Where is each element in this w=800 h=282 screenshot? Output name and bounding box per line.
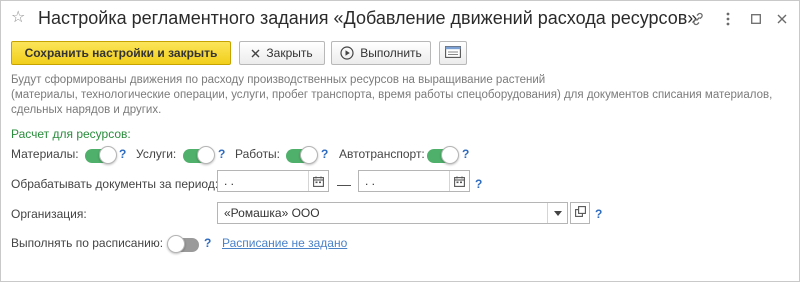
- organization-field[interactable]: «Ромашка» ООО: [217, 202, 568, 224]
- open-organization-button[interactable]: [570, 202, 590, 224]
- services-label: Услуги:: [136, 147, 177, 161]
- description-text: Будут сформированы движения по расходу п…: [11, 73, 791, 118]
- transport-toggle[interactable]: [427, 146, 459, 164]
- works-label: Работы:: [235, 147, 281, 161]
- maximize-icon[interactable]: [747, 10, 765, 28]
- description-line: сдельных нарядов и других.: [11, 104, 162, 116]
- schedule-toggle[interactable]: [167, 235, 199, 253]
- save-and-close-button[interactable]: Сохранить настройки и закрыть: [11, 41, 231, 65]
- description-line: (материалы, технологические операции, ус…: [11, 89, 773, 101]
- period-to-value: . .: [365, 174, 376, 188]
- schedule-label: Выполнять по расписанию:: [11, 236, 164, 250]
- organization-value: «Ромашка» ООО: [224, 206, 320, 220]
- materials-label: Материалы:: [11, 147, 79, 161]
- more-icon[interactable]: [719, 10, 737, 28]
- dropdown-arrow-icon[interactable]: [547, 203, 567, 223]
- run-button[interactable]: Выполнить: [331, 41, 431, 65]
- favorite-star-icon[interactable]: ☆: [11, 10, 27, 26]
- materials-help-icon[interactable]: ?: [119, 147, 126, 161]
- close-x-icon: [251, 49, 260, 58]
- run-label: Выполнить: [360, 46, 422, 60]
- period-help-icon[interactable]: ?: [475, 177, 482, 191]
- close-icon[interactable]: [773, 10, 791, 28]
- close-button[interactable]: Закрыть: [239, 41, 325, 65]
- materials-toggle[interactable]: [85, 146, 117, 164]
- period-dash: —: [337, 176, 351, 192]
- resources-section-label: Расчет для ресурсов:: [11, 127, 131, 141]
- close-label: Закрыть: [266, 46, 313, 60]
- schedule-help-icon[interactable]: ?: [204, 236, 211, 250]
- period-from-field[interactable]: . .: [217, 170, 329, 192]
- description-line: Будут сформированы движения по расходу п…: [11, 74, 546, 86]
- services-toggle[interactable]: [183, 146, 215, 164]
- link-icon[interactable]: [689, 10, 707, 28]
- works-help-icon[interactable]: ?: [321, 147, 328, 161]
- save-and-close-label: Сохранить настройки и закрыть: [24, 46, 218, 60]
- calendar-grid-icon: [445, 45, 461, 61]
- schedule-settings-button[interactable]: [439, 41, 467, 65]
- organization-label: Организация:: [11, 207, 87, 221]
- open-copy-icon: [574, 206, 586, 220]
- transport-label: Автотранспорт:: [339, 147, 425, 161]
- calendar-icon[interactable]: [308, 171, 328, 191]
- window-title: Настройка регламентного задания «Добавле…: [38, 8, 698, 28]
- period-to-field[interactable]: . .: [358, 170, 470, 192]
- period-label: Обрабатывать документы за период:: [11, 177, 219, 191]
- works-toggle[interactable]: [286, 146, 318, 164]
- services-help-icon[interactable]: ?: [218, 147, 225, 161]
- schedule-link[interactable]: Расписание не задано: [222, 236, 347, 250]
- organization-help-icon[interactable]: ?: [595, 207, 602, 221]
- period-from-value: . .: [224, 174, 235, 188]
- calendar-icon[interactable]: [449, 171, 469, 191]
- settings-window: ☆ Настройка регламентного задания «Добав…: [0, 0, 800, 282]
- play-icon: [340, 46, 354, 60]
- transport-help-icon[interactable]: ?: [462, 147, 469, 161]
- title-bar: ☆ Настройка регламентного задания «Добав…: [1, 1, 799, 37]
